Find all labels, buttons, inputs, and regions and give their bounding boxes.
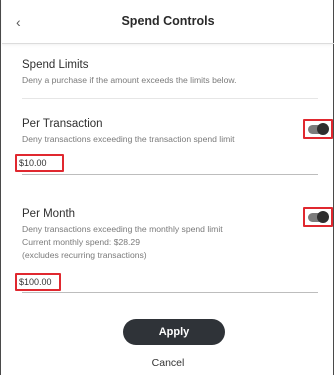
toggle-knob	[317, 123, 329, 135]
per-month-note: (excludes recurring transactions)	[22, 250, 147, 260]
per-month-title: Per Month	[22, 208, 76, 220]
cancel-button[interactable]: Cancel	[1, 357, 334, 369]
per-transaction-title: Per Transaction	[22, 118, 103, 130]
per-transaction-amount-underline	[22, 174, 318, 175]
per-transaction-toggle[interactable]	[303, 119, 333, 139]
per-month-amount-underline	[22, 292, 318, 293]
per-transaction-section: Per Transaction Deny transactions exceed…	[22, 117, 318, 145]
toggle-knob	[317, 211, 329, 223]
spend-limits-description: Deny a purchase if the amount exceeds th…	[22, 75, 237, 85]
per-month-section: Per Month Deny transactions exceeding th…	[22, 207, 318, 261]
page-title: Spend Controls	[121, 14, 215, 28]
spend-controls-screen: ‹ Spend Controls Spend Limits Deny a pur…	[0, 0, 334, 375]
per-month-amount-input[interactable]: $100.00	[15, 273, 61, 291]
per-month-description: Deny transactions exceeding the monthly …	[22, 224, 223, 234]
per-month-current-spend: Current monthly spend: $28.29	[22, 237, 140, 247]
per-transaction-description: Deny transactions exceeding the transact…	[22, 134, 235, 144]
section-divider	[22, 98, 318, 99]
per-month-toggle[interactable]	[303, 207, 333, 227]
header-bar: ‹ Spend Controls	[2, 0, 334, 44]
apply-button[interactable]: Apply	[123, 319, 225, 345]
spend-limits-title: Spend Limits	[22, 59, 89, 71]
per-transaction-amount-input[interactable]: $10.00	[15, 154, 64, 172]
spend-limits-section: Spend Limits Deny a purchase if the amou…	[22, 58, 318, 86]
